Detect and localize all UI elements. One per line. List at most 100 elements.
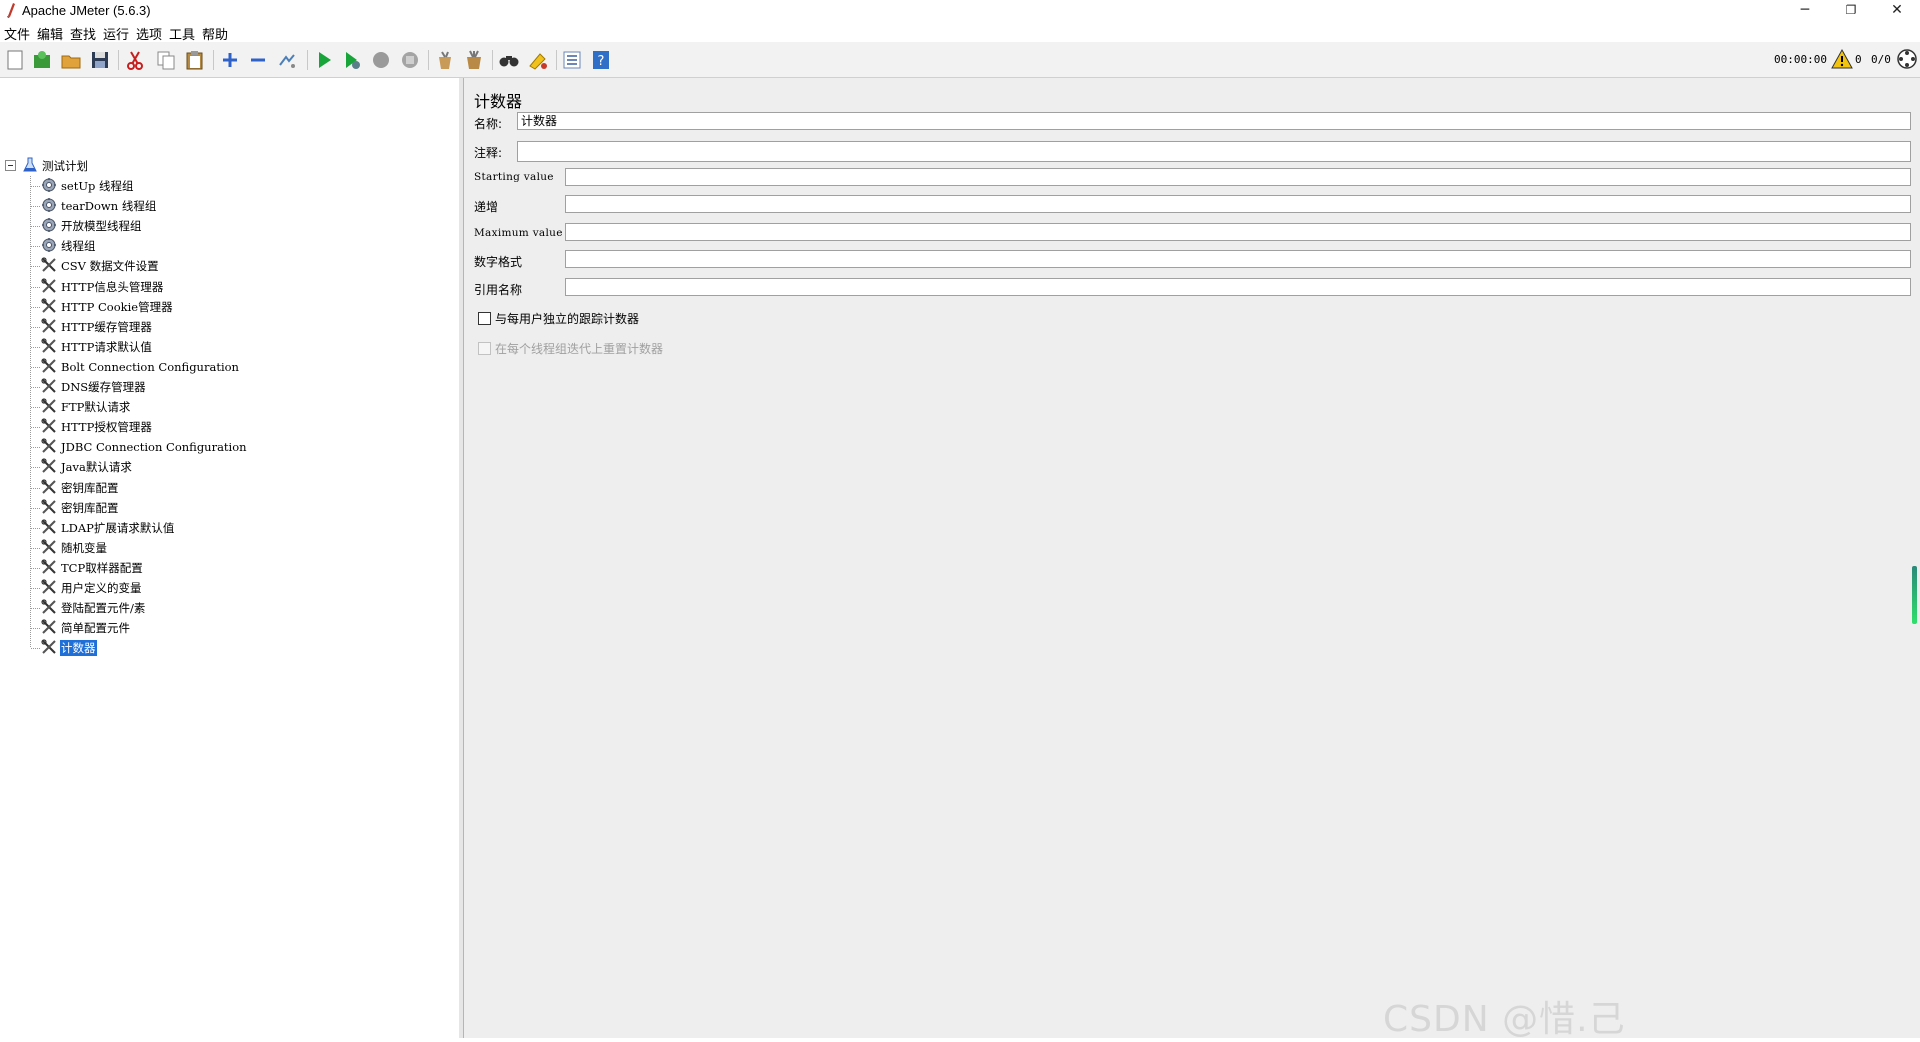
tree-item[interactable]: 密钥库配置 bbox=[41, 478, 120, 498]
tree-item-label: 简单配置元件 bbox=[61, 621, 130, 635]
clear-icon[interactable] bbox=[434, 49, 456, 71]
tree-guide-line bbox=[31, 467, 40, 468]
menu-tools[interactable]: 工具 bbox=[169, 24, 195, 43]
per-user-checkbox[interactable] bbox=[478, 312, 491, 325]
toggle-icon[interactable] bbox=[276, 49, 298, 71]
tree-item[interactable]: 简单配置元件 bbox=[41, 618, 131, 638]
tree-guide-line bbox=[31, 307, 40, 308]
toolbar-separator bbox=[213, 50, 214, 70]
reference-name-input[interactable] bbox=[565, 278, 1911, 296]
tree-item-label: Bolt Connection Configuration bbox=[61, 360, 239, 374]
test-plan-icon bbox=[22, 157, 38, 176]
tree-item-label: Java默认请求 bbox=[61, 460, 132, 474]
save-icon[interactable] bbox=[89, 49, 111, 71]
active-threads: 0/0 bbox=[1871, 53, 1891, 66]
tree-item[interactable]: DNS缓存管理器 bbox=[41, 377, 147, 397]
wrench-icon bbox=[41, 638, 57, 658]
tree-item[interactable]: HTTP请求默认值 bbox=[41, 337, 153, 356]
tree-guide-line bbox=[31, 648, 40, 649]
tree-item[interactable]: 线程组 bbox=[41, 237, 97, 255]
function-helper-icon[interactable] bbox=[561, 49, 583, 71]
tree-item[interactable]: 密钥库配置 bbox=[41, 498, 120, 517]
templates-icon[interactable] bbox=[31, 49, 53, 71]
tree-root-test-plan[interactable]: 测试计划 bbox=[22, 157, 89, 175]
tree-item-label: HTTP Cookie管理器 bbox=[61, 300, 173, 314]
tree-item[interactable]: FTP默认请求 bbox=[41, 397, 131, 417]
gear-icon bbox=[41, 217, 57, 236]
maximum-value-label: Maximum value bbox=[474, 227, 563, 239]
tree-item-label: 密钥库配置 bbox=[61, 481, 119, 495]
start-icon[interactable] bbox=[313, 49, 335, 71]
minimize-button[interactable]: ─ bbox=[1782, 0, 1828, 22]
tree-item[interactable]: Java默认请求 bbox=[41, 457, 133, 476]
expand-icon[interactable] bbox=[219, 49, 241, 71]
shutdown-icon[interactable] bbox=[399, 49, 421, 71]
tree-item[interactable]: tearDown 线程组 bbox=[41, 197, 157, 215]
warning-icon[interactable] bbox=[1831, 48, 1853, 70]
tree-item[interactable]: 用户定义的变量 bbox=[41, 578, 143, 597]
menu-edit[interactable]: 编辑 bbox=[37, 24, 63, 43]
clear-all-icon[interactable] bbox=[463, 49, 485, 71]
start-no-pauses-icon[interactable] bbox=[341, 49, 363, 71]
tree-item[interactable]: TCP取样器配置 bbox=[41, 558, 144, 577]
tree-guide-line bbox=[31, 407, 40, 408]
tree-item[interactable]: 登陆配置元件/素 bbox=[41, 598, 146, 617]
tree-item[interactable]: 随机变量 bbox=[41, 538, 108, 557]
tree-guide-line bbox=[31, 588, 40, 589]
number-format-label: 数字格式 bbox=[474, 255, 523, 269]
maximum-value-input[interactable] bbox=[565, 223, 1911, 241]
tree-item[interactable]: Bolt Connection Configuration bbox=[41, 357, 240, 377]
search-icon[interactable] bbox=[498, 49, 520, 71]
tree-item[interactable]: CSV 数据文件设置 bbox=[41, 256, 160, 275]
tree-item[interactable]: HTTP缓存管理器 bbox=[41, 317, 153, 336]
toolbar-separator bbox=[118, 50, 119, 70]
tree-guide-line bbox=[31, 327, 40, 328]
starting-value-input[interactable] bbox=[565, 168, 1911, 186]
wrench-icon bbox=[41, 377, 57, 397]
tree-item[interactable]: LDAP扩展请求默认值 bbox=[41, 518, 175, 537]
cut-icon[interactable] bbox=[124, 49, 146, 71]
wrench-icon bbox=[41, 478, 57, 498]
comment-input[interactable] bbox=[517, 141, 1911, 162]
tree-item[interactable]: HTTP信息头管理器 bbox=[41, 277, 164, 296]
tree-item[interactable]: setUp 线程组 bbox=[41, 177, 135, 195]
menu-bar: 文件 编辑 查找 运行 选项 工具 帮助 bbox=[0, 22, 1920, 43]
menu-run[interactable]: 运行 bbox=[103, 24, 129, 43]
tree-guide-line bbox=[31, 568, 40, 569]
paste-icon[interactable] bbox=[184, 49, 206, 71]
toolbar-separator bbox=[492, 50, 493, 70]
stop-icon[interactable] bbox=[370, 49, 392, 71]
tree-item[interactable]: HTTP授权管理器 bbox=[41, 417, 153, 436]
menu-options[interactable]: 选项 bbox=[136, 24, 162, 43]
wrench-icon bbox=[41, 618, 57, 638]
menu-search[interactable]: 查找 bbox=[70, 24, 96, 43]
tree-item[interactable]: JDBC Connection Configuration bbox=[41, 437, 248, 456]
tree-item[interactable]: 开放模型线程组 bbox=[41, 217, 143, 235]
tree-item-label: tearDown 线程组 bbox=[61, 199, 157, 213]
tree-item[interactable]: 计数器 bbox=[41, 638, 97, 658]
menu-file[interactable]: 文件 bbox=[4, 24, 30, 43]
help-icon[interactable]: ? bbox=[590, 49, 612, 71]
tree-item-label: FTP默认请求 bbox=[61, 400, 131, 414]
name-input[interactable]: 计数器 bbox=[517, 112, 1911, 130]
tree-item-label: HTTP信息头管理器 bbox=[61, 280, 164, 294]
per-user-counter-option[interactable]: 与每用户独立的跟踪计数器 bbox=[478, 310, 639, 327]
restore-button[interactable]: ❐ bbox=[1828, 0, 1874, 22]
elapsed-timer: 00:00:00 bbox=[1774, 53, 1827, 66]
close-button[interactable]: ✕ bbox=[1874, 0, 1920, 22]
number-format-input[interactable] bbox=[565, 250, 1911, 268]
root-collapse-toggle[interactable] bbox=[5, 160, 16, 171]
copy-icon[interactable] bbox=[155, 49, 177, 71]
reset-search-icon[interactable] bbox=[527, 49, 549, 71]
menu-help[interactable]: 帮助 bbox=[202, 24, 228, 43]
tree-item[interactable]: HTTP Cookie管理器 bbox=[41, 297, 174, 317]
wrench-icon bbox=[41, 297, 57, 317]
wrench-icon bbox=[41, 357, 57, 377]
new-icon[interactable] bbox=[4, 49, 26, 71]
jmeter-logo-icon bbox=[7, 3, 15, 18]
open-icon[interactable] bbox=[60, 49, 82, 71]
wrench-icon bbox=[41, 397, 57, 417]
increment-input[interactable] bbox=[565, 195, 1911, 213]
collapse-icon[interactable] bbox=[247, 49, 269, 71]
scroll-indicator[interactable] bbox=[1912, 566, 1917, 624]
